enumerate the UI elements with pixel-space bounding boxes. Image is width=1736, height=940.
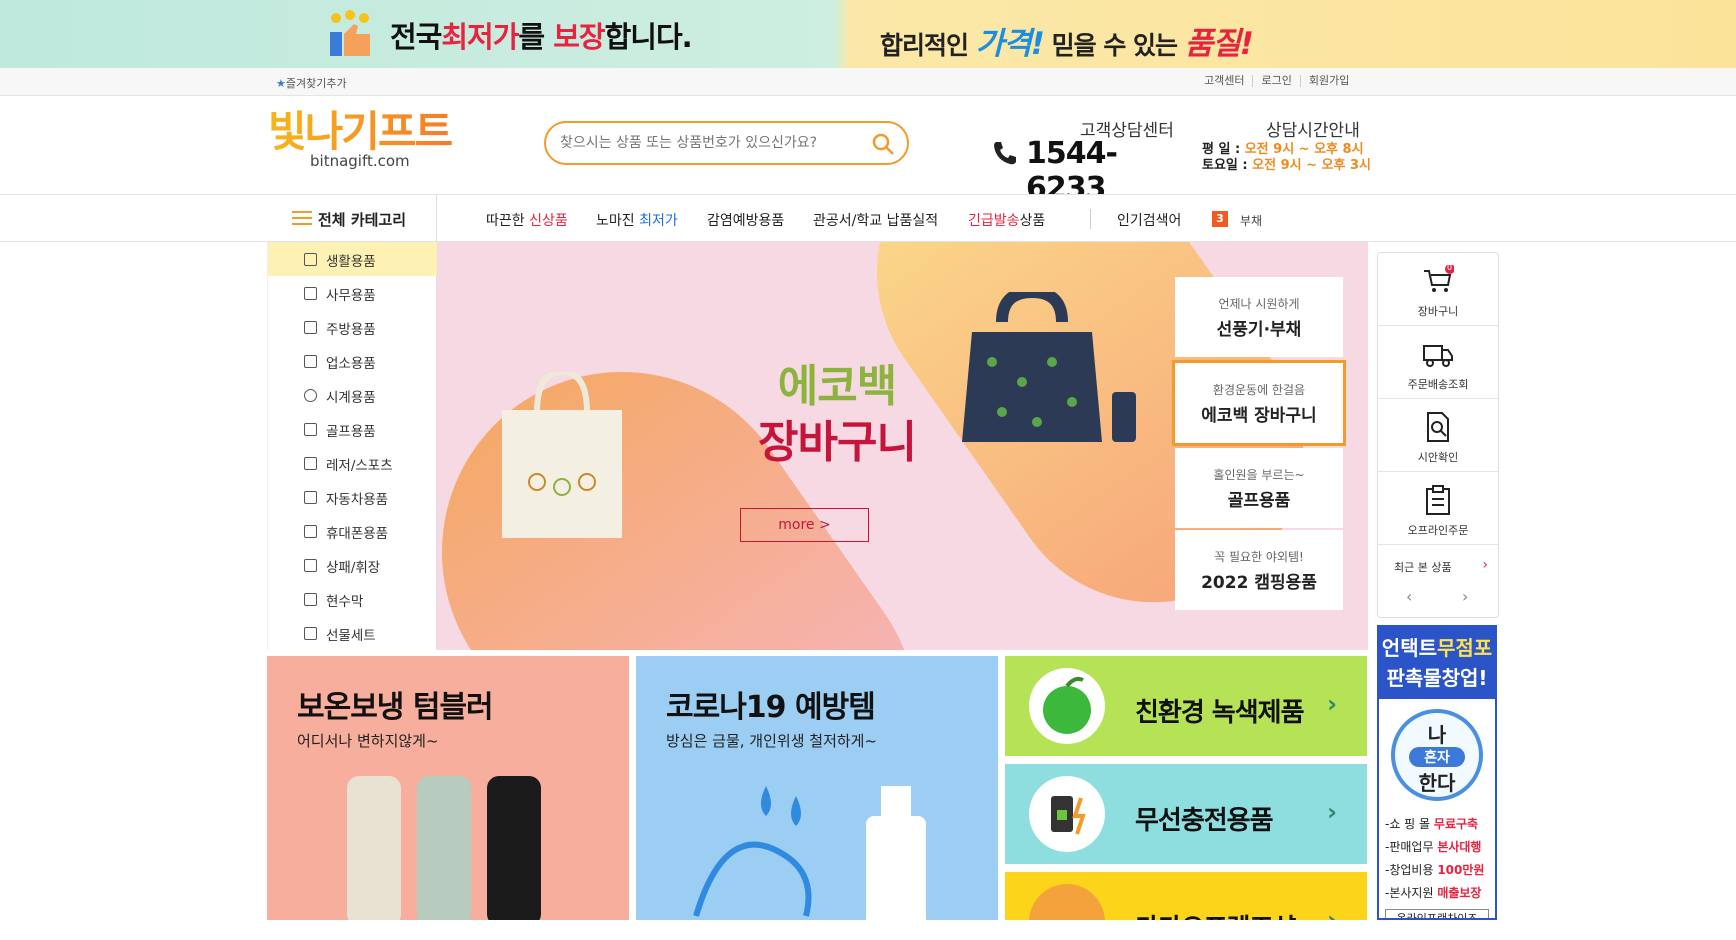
side-tile-wireless[interactable]: 무선충전용품 ›: [1005, 764, 1367, 864]
search-icon[interactable]: [871, 132, 895, 156]
menu-icon: [292, 211, 312, 225]
nav-delivery-record[interactable]: 관공서/학교 납품실적: [813, 210, 938, 230]
category-item[interactable]: 생활용품: [268, 242, 437, 276]
saturday-hours: 토요일 : 오전 9시 ~ 오후 3시: [1202, 158, 1371, 173]
nav-new-products[interactable]: 따끈한 신상품: [486, 210, 568, 230]
tent-icon: [304, 457, 317, 470]
popular-keyword[interactable]: 부채: [1240, 212, 1262, 229]
category-item[interactable]: 레저/스포츠: [268, 446, 437, 480]
nav-lowest-price[interactable]: 노마진 최저가: [596, 210, 678, 230]
side-tile-kakao[interactable]: 카카오프렌즈샵 ›: [1005, 872, 1367, 920]
popular-search-label: 인기검색어: [1117, 213, 1182, 229]
truck-icon: [1423, 345, 1453, 367]
ad-badge: 나 혼자 한다: [1391, 709, 1483, 801]
category-item[interactable]: 골프용품: [268, 412, 437, 446]
category-item[interactable]: 자동차용품: [268, 480, 437, 514]
phone-accessory-icon: [304, 525, 317, 538]
favorite-link[interactable]: ★즐겨찾기추가: [276, 75, 347, 91]
chevron-right-icon: ›: [1327, 798, 1337, 826]
order-tracking-button[interactable]: 주문배송조회: [1378, 326, 1498, 399]
cart-button[interactable]: 0 장바구니: [1378, 253, 1498, 326]
main-nav: 전체 카테고리 따끈한 신상품 노마진 최저가 감염예방용품 관공서/학교 납품…: [0, 194, 1736, 242]
consult-hours: 상담시간안내 평 일 : 오전 9시 ~ 오후 8시 토요일 : 오전 9시 ~…: [1202, 114, 1372, 174]
top-promo-banner[interactable]: 전국최저가를 보장합니다. 합리적인 가격! 믿을 수 있는 품질!: [0, 0, 1736, 68]
banner-tab-3[interactable]: 홀인원을 부르는~ 골프용품: [1175, 448, 1343, 528]
quick-menu: 0 장바구니 주문배송조회 시안확인 오프라인주문 최근 본 상품 › ‹ ›: [1377, 252, 1499, 618]
trophy-icon: [304, 559, 317, 572]
banner-tab-4[interactable]: 꼭 필요한 야외템! 2022 캠핑용품: [1175, 530, 1343, 610]
kakao-friends-icon: [1029, 884, 1105, 920]
category-item[interactable]: 사무용품: [268, 276, 437, 310]
charger-icon: [1029, 776, 1105, 852]
banner-title-1: 에코백: [777, 361, 897, 412]
offline-order-button[interactable]: 오프라인주문: [1378, 472, 1498, 545]
ad-headline: 언택트무점포 판촉물창업!: [1379, 627, 1495, 699]
car-icon: [304, 491, 317, 504]
banner-more-button[interactable]: more >: [740, 508, 869, 542]
site-logo[interactable]: 빛나기프트 bitnagift.com: [268, 110, 468, 174]
chevron-right-icon: ›: [1327, 906, 1337, 920]
kitchen-icon: [304, 321, 317, 334]
thumbs-up-icon: [330, 10, 370, 56]
gift-icon: [304, 627, 317, 640]
main-banner[interactable]: 에코백 장바구니 more > 언제나 시원하게 선풍기·부채 환경운동에 한걸음…: [437, 242, 1368, 650]
chevron-right-icon[interactable]: ›: [1482, 557, 1488, 573]
prev-arrow-icon[interactable]: ‹: [1406, 587, 1412, 606]
next-arrow-icon[interactable]: ›: [1462, 587, 1468, 606]
promo-tumbler[interactable]: 보온보냉 텀블러 어디서나 변하지않게~: [267, 656, 629, 920]
category-item[interactable]: 휴대폰용품: [268, 514, 437, 548]
all-category-button[interactable]: 전체 카테고리: [268, 195, 437, 241]
banner-tab-2[interactable]: 환경운동에 한걸음 에코백 장바구니: [1172, 360, 1346, 446]
store-icon: [304, 355, 317, 368]
customer-center-link[interactable]: 고객센터: [1196, 75, 1252, 87]
utility-bar: ★즐겨찾기추가 고객센터 로그인 회원가입: [0, 68, 1736, 96]
nav-urgent-shipping[interactable]: 긴급발송상품: [968, 210, 1045, 230]
search-input[interactable]: [560, 132, 850, 154]
franchise-ad[interactable]: 언택트무점포 판촉물창업! 나 혼자 한다 -쇼 핑 몰 무료구축 -판매업무 본…: [1377, 625, 1497, 920]
category-item[interactable]: 현수막: [268, 582, 437, 616]
chevron-right-icon: ›: [1327, 690, 1337, 718]
banner-tab-1[interactable]: 언제나 시원하게 선풍기·부채: [1175, 277, 1343, 357]
recent-products: 최근 본 상품 › ‹ ›: [1394, 557, 1488, 606]
phone-icon: [994, 142, 1016, 165]
popular-rank-badge: 3: [1212, 211, 1228, 227]
clock-icon: [304, 389, 317, 402]
signup-link[interactable]: 회원가입: [1299, 75, 1357, 87]
category-item[interactable]: 시계용품: [268, 378, 437, 412]
ad-benefits: -쇼 핑 몰 무료구축 -판매업무 본사대행 -창업비용 100만원 -본사지원…: [1385, 817, 1485, 900]
golf-icon: [304, 423, 317, 436]
handwash-image: [693, 786, 926, 920]
tote-bag-image: [502, 372, 622, 538]
star-icon: ★: [276, 77, 286, 90]
tumbler-image: [347, 776, 541, 920]
banner-slogan-2: 합리적인 가격! 믿을 수 있는 품질!: [880, 26, 1254, 62]
eco-bag-image: [962, 292, 1136, 442]
household-icon: [304, 253, 317, 266]
banner-icon: [304, 593, 317, 606]
banner-title-2: 장바구니: [758, 417, 917, 468]
cart-count: 0: [1447, 263, 1453, 272]
banner-slogan-1: 전국최저가를 보장합니다.: [390, 20, 693, 54]
clipboard-icon: [1426, 485, 1450, 515]
category-item[interactable]: 선물세트: [268, 616, 437, 650]
draft-check-button[interactable]: 시안확인: [1378, 399, 1498, 472]
promo-covid[interactable]: 코로나19 예방템 방심은 금물, 개인위생 철저하게~: [636, 656, 998, 920]
customer-service: 고객상담센터 1544-6233: [990, 114, 1190, 206]
logo-name: 빛나기프트: [268, 110, 468, 154]
nav-infection-prevention[interactable]: 감염예방용품: [707, 210, 784, 230]
document-search-icon: [1427, 412, 1449, 442]
side-tile-eco[interactable]: 친환경 녹색제품 ›: [1005, 656, 1367, 756]
apple-icon: [1029, 668, 1105, 744]
login-link[interactable]: 로그인: [1252, 75, 1299, 87]
category-item[interactable]: 업소용품: [268, 344, 437, 378]
category-item[interactable]: 상패/휘장: [268, 548, 437, 582]
category-item[interactable]: 주방용품: [268, 310, 437, 344]
office-icon: [304, 287, 317, 300]
category-sidebar: 생활용품 사무용품 주방용품 업소용품 시계용품 골프용품 레저/스포츠 자동차…: [267, 242, 437, 650]
search-box: [544, 121, 909, 165]
ad-footer: 온라인프랜차이즈: [1385, 909, 1489, 918]
